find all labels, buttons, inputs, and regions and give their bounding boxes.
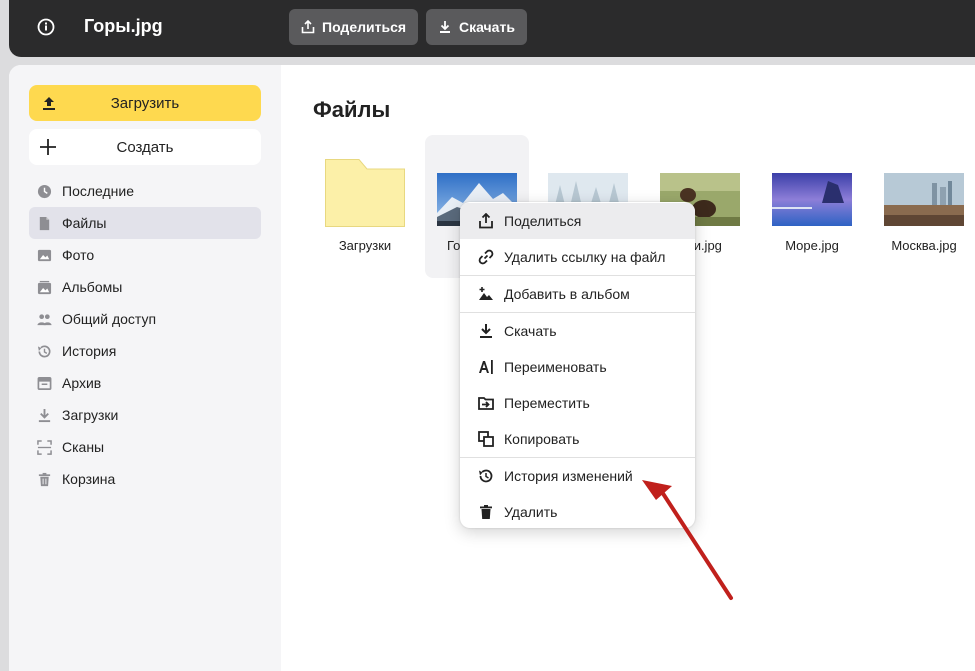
folder-tile[interactable]: Загрузки — [313, 135, 417, 278]
sidebar-item-label: Файлы — [62, 215, 107, 231]
context-menu: Поделиться Удалить ссылку на файл Добави… — [460, 202, 695, 528]
sidebar: Загрузить Создать Последние Файлы Фото А… — [9, 65, 281, 671]
file-title: Горы.jpg — [84, 16, 163, 36]
menu-item-label: Удалить ссылку на файл — [504, 249, 666, 265]
sidebar-item-downloads[interactable]: Загрузки — [29, 399, 261, 431]
sidebar-item-label: История — [62, 343, 117, 359]
menu-item-add-to-album[interactable]: Добавить в альбом — [460, 276, 695, 312]
download-label: Скачать — [459, 19, 515, 35]
history-icon — [37, 344, 51, 357]
menu-item-label: Переместить — [504, 395, 590, 411]
file-icon — [39, 216, 50, 230]
share-label: Поделиться — [322, 19, 407, 35]
menu-item-version-history[interactable]: История изменений — [460, 458, 695, 494]
top-toolbar: Горы.jpg Поделиться Скачать — [9, 0, 975, 57]
sidebar-item-recent[interactable]: Последние — [29, 175, 261, 207]
archive-icon — [37, 376, 52, 390]
page-title: Файлы — [313, 97, 391, 122]
plus-icon — [40, 139, 56, 155]
sidebar-item-photo[interactable]: Фото — [29, 239, 261, 271]
download-icon — [480, 324, 492, 338]
menu-item-label: Поделиться — [504, 213, 582, 229]
sidebar-item-label: Общий доступ — [62, 311, 157, 327]
file-tile[interactable]: Москва.jpg — [872, 135, 975, 278]
download-button[interactable]: Скачать — [426, 9, 527, 45]
sidebar-item-trash[interactable]: Корзина — [29, 463, 261, 495]
folder-icon — [325, 159, 405, 227]
menu-item-move[interactable]: Переместить — [460, 385, 695, 421]
menu-item-label: Добавить в альбом — [504, 286, 630, 302]
sidebar-item-archive[interactable]: Архив — [29, 367, 261, 399]
upload-label: Загрузить — [110, 94, 180, 112]
menu-item-label: Скачать — [504, 323, 557, 339]
sidebar-item-files[interactable]: Файлы — [29, 207, 261, 239]
upload-icon — [43, 97, 55, 110]
add-album-icon — [479, 287, 493, 300]
share-icon — [301, 20, 315, 34]
file-name: Загрузки — [338, 238, 392, 253]
menu-item-remove-link[interactable]: Удалить ссылку на файл — [460, 239, 695, 275]
create-button[interactable]: Создать — [29, 129, 261, 165]
menu-item-delete[interactable]: Удалить — [460, 494, 695, 530]
trash-icon — [38, 472, 51, 486]
file-name: Море.jpg — [785, 238, 839, 253]
sidebar-item-shared[interactable]: Общий доступ — [29, 303, 261, 335]
rename-icon — [479, 360, 493, 374]
album-icon — [37, 280, 52, 294]
menu-item-copy[interactable]: Копировать — [460, 421, 695, 457]
people-icon — [37, 313, 52, 325]
share-icon — [479, 213, 493, 229]
photo-icon — [37, 249, 52, 261]
sidebar-item-label: Корзина — [62, 471, 116, 487]
file-name: Москва.jpg — [891, 238, 957, 253]
sidebar-item-label: Сканы — [62, 439, 105, 455]
create-label: Создать — [116, 138, 174, 156]
trash-icon — [480, 505, 492, 519]
upload-button[interactable]: Загрузить — [29, 85, 261, 121]
file-tile[interactable]: Море.jpg — [760, 135, 864, 278]
menu-item-rename[interactable]: Переименовать — [460, 349, 695, 385]
menu-item-label: Переименовать — [504, 359, 607, 375]
sidebar-item-label: Альбомы — [62, 279, 123, 295]
sidebar-item-albums[interactable]: Альбомы — [29, 271, 261, 303]
menu-item-label: История изменений — [504, 468, 633, 484]
sidebar-item-label: Загрузки — [62, 407, 119, 423]
info-icon[interactable] — [37, 18, 55, 36]
sidebar-item-history[interactable]: История — [29, 335, 261, 367]
move-icon — [478, 397, 494, 410]
scan-icon — [37, 439, 52, 455]
menu-item-label: Удалить — [504, 504, 558, 520]
sidebar-item-label: Архив — [62, 375, 102, 391]
sidebar-nav: Последние Файлы Фото Альбомы Общий досту… — [29, 175, 261, 495]
menu-item-share[interactable]: Поделиться — [460, 203, 695, 239]
history-icon — [479, 469, 493, 483]
copy-icon — [478, 431, 494, 447]
sidebar-item-label: Фото — [62, 247, 95, 263]
moscow-thumbnail — [884, 173, 964, 226]
sidebar-item-label: Последние — [62, 183, 135, 199]
menu-item-label: Копировать — [504, 431, 580, 447]
clock-icon — [37, 184, 52, 198]
download-icon — [38, 408, 51, 422]
sea-thumbnail — [772, 173, 852, 226]
menu-item-download[interactable]: Скачать — [460, 313, 695, 349]
share-button[interactable]: Поделиться — [289, 9, 419, 45]
sidebar-item-scans[interactable]: Сканы — [29, 431, 261, 463]
link-icon — [478, 249, 494, 265]
download-icon — [440, 21, 450, 33]
